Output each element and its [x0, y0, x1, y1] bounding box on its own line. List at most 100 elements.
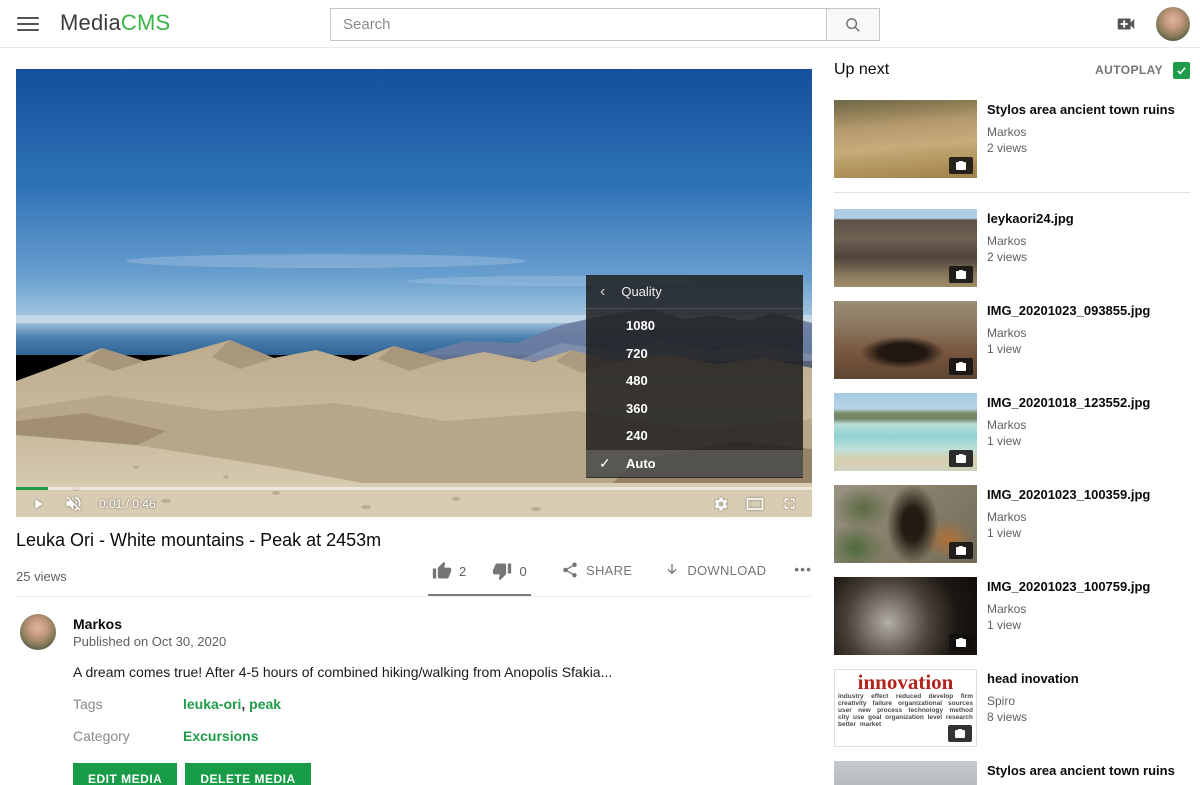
- wordcloud-main-word: innovation: [835, 671, 976, 693]
- camera-icon: [955, 269, 967, 281]
- menu-icon[interactable]: [17, 14, 39, 34]
- video-thumbnail[interactable]: [834, 100, 977, 178]
- video-views: 2 views: [987, 140, 1175, 156]
- quality-options: 1080 720 480 360 240 ✓ Auto: [586, 309, 803, 477]
- time-display: 0:01 / 0:46: [99, 497, 156, 511]
- up-next-title: Up next: [834, 61, 889, 79]
- video-title[interactable]: IMG_20201023_093855.jpg: [987, 303, 1150, 319]
- app-logo[interactable]: MediaCMS: [60, 10, 170, 36]
- more-options-button[interactable]: •••: [794, 555, 812, 577]
- list-item[interactable]: Stylos area ancient town ruins: [834, 761, 1190, 785]
- media-info-section: Leuka Ori - White mountains - Peak at 24…: [16, 517, 812, 785]
- share-icon: [561, 561, 579, 579]
- video-thumbnail[interactable]: [834, 209, 977, 287]
- video-author: Markos: [987, 417, 1150, 433]
- up-next-sidebar: Up next AUTOPLAY Stylos area ancient tow…: [834, 60, 1190, 785]
- download-icon: [664, 561, 680, 579]
- video-title[interactable]: IMG_20201023_100759.jpg: [987, 579, 1150, 595]
- category-label: Category: [73, 728, 130, 744]
- video-title[interactable]: head inovation: [987, 671, 1079, 687]
- tag-separator: ,: [241, 696, 245, 712]
- search-icon: [844, 16, 862, 34]
- camera-icon: [955, 545, 967, 557]
- search-input[interactable]: [330, 8, 827, 41]
- logo-media-text: Media: [60, 10, 121, 35]
- player-controls: 0:01 / 0:46: [16, 490, 812, 517]
- quality-menu-back[interactable]: ‹ Quality: [586, 275, 803, 309]
- camera-badge: [948, 725, 972, 742]
- published-date: Published on Oct 30, 2020: [73, 634, 226, 649]
- video-thumbnail[interactable]: [834, 301, 977, 379]
- video-player[interactable]: ‹ Quality 1080 720 480 360 240 ✓ Auto 0:…: [16, 69, 812, 517]
- share-button[interactable]: SHARE: [561, 555, 632, 579]
- list-item[interactable]: leykaori24.jpg Markos 2 views: [834, 209, 1190, 287]
- list-item[interactable]: IMG_20201023_093855.jpg Markos 1 view: [834, 301, 1190, 379]
- play-button[interactable]: [30, 496, 46, 512]
- tag-link-leuka-ori[interactable]: leuka-ori: [183, 696, 241, 712]
- video-author: Markos: [987, 233, 1074, 249]
- author-avatar[interactable]: [20, 614, 56, 650]
- volume-muted-icon[interactable]: [64, 494, 83, 513]
- video-title[interactable]: Stylos area ancient town ruins: [987, 763, 1175, 779]
- camera-badge: [949, 266, 973, 283]
- thumb-down-icon: [492, 561, 512, 581]
- video-views: 8 views: [987, 709, 1079, 725]
- video-views: 1 view: [987, 525, 1150, 541]
- list-item[interactable]: IMG_20201023_100759.jpg Markos 1 view: [834, 577, 1190, 655]
- video-author: Markos: [987, 509, 1150, 525]
- thumb-up-icon: [432, 561, 452, 581]
- upload-media-icon[interactable]: [1114, 13, 1138, 40]
- tags-label: Tags: [73, 696, 103, 712]
- video-thumbnail[interactable]: [834, 485, 977, 563]
- video-thumbnail[interactable]: [834, 577, 977, 655]
- like-dislike-group: 2 0: [428, 555, 531, 596]
- video-title[interactable]: leykaori24.jpg: [987, 211, 1074, 227]
- wordcloud-words: industry effect reduced develop firm cre…: [835, 693, 976, 728]
- user-avatar[interactable]: [1156, 7, 1190, 41]
- quality-menu: ‹ Quality 1080 720 480 360 240 ✓ Auto: [586, 275, 803, 478]
- quality-option-720[interactable]: 720: [586, 340, 803, 368]
- logo-cms-text: CMS: [121, 10, 171, 35]
- tag-link-peak[interactable]: peak: [249, 696, 281, 712]
- camera-badge: [949, 157, 973, 174]
- dislike-button[interactable]: 0: [492, 561, 527, 581]
- sidebar-divider: [834, 192, 1190, 193]
- video-thumbnail[interactable]: innovation industry effect reduced devel…: [834, 669, 977, 747]
- camera-icon: [955, 453, 967, 465]
- fullscreen-icon[interactable]: [781, 495, 798, 512]
- theater-mode-icon[interactable]: [745, 496, 765, 512]
- section-divider: [16, 596, 812, 597]
- delete-media-button[interactable]: DELETE MEDIA: [185, 763, 310, 785]
- list-item[interactable]: IMG_20201018_123552.jpg Markos 1 view: [834, 393, 1190, 471]
- quality-option-auto[interactable]: ✓ Auto: [586, 450, 803, 478]
- video-thumbnail[interactable]: [834, 761, 977, 785]
- download-label: DOWNLOAD: [687, 563, 766, 578]
- list-item[interactable]: Stylos area ancient town ruins Markos 2 …: [834, 100, 1190, 178]
- autoplay-checkbox[interactable]: [1173, 62, 1190, 79]
- list-item[interactable]: innovation industry effect reduced devel…: [834, 669, 1190, 747]
- like-button[interactable]: 2: [432, 561, 467, 581]
- author-name[interactable]: Markos: [73, 616, 122, 632]
- quality-option-480[interactable]: 480: [586, 367, 803, 395]
- search-button[interactable]: [827, 8, 880, 41]
- quality-option-240[interactable]: 240: [586, 422, 803, 450]
- quality-option-1080[interactable]: 1080: [586, 312, 803, 340]
- like-count: 2: [459, 564, 467, 579]
- autoplay-label: AUTOPLAY: [1095, 63, 1163, 77]
- list-item[interactable]: IMG_20201023_100359.jpg Markos 1 view: [834, 485, 1190, 563]
- video-title[interactable]: IMG_20201018_123552.jpg: [987, 395, 1150, 411]
- quality-menu-title: Quality: [621, 284, 661, 299]
- download-button[interactable]: DOWNLOAD: [664, 555, 766, 579]
- check-icon: [1175, 64, 1188, 77]
- video-title[interactable]: Stylos area ancient town ruins: [987, 102, 1175, 118]
- top-bar: MediaCMS: [0, 0, 1200, 48]
- video-thumbnail[interactable]: [834, 393, 977, 471]
- quality-option-360[interactable]: 360: [586, 395, 803, 423]
- camera-badge: [949, 542, 973, 559]
- category-link-excursions[interactable]: Excursions: [183, 728, 258, 744]
- settings-icon[interactable]: [713, 496, 729, 512]
- edit-media-button[interactable]: EDIT MEDIA: [73, 763, 177, 785]
- video-title[interactable]: IMG_20201023_100359.jpg: [987, 487, 1150, 503]
- camera-badge: [949, 450, 973, 467]
- video-views: 1 view: [987, 617, 1150, 633]
